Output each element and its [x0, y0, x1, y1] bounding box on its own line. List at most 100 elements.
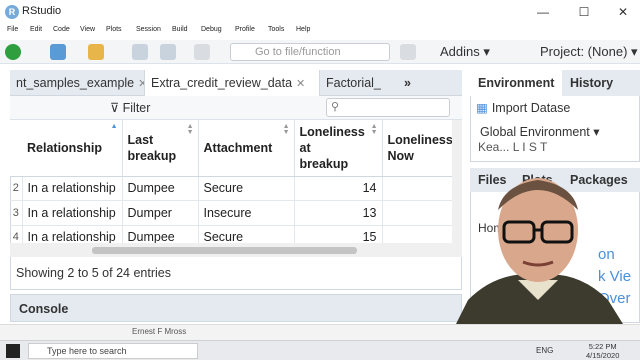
menu-help[interactable]: Help: [296, 26, 310, 33]
sort-icon: ▲ ▼: [282, 123, 290, 136]
environment-tab-bar: Environment History: [470, 70, 640, 96]
tab-environment[interactable]: Environment: [470, 70, 563, 96]
tab-label: Extra_credit_review_data: [151, 76, 293, 90]
strip-item-label: Ernest F Mross: [132, 327, 187, 336]
scope-label: Global Environment: [480, 125, 590, 139]
data-search-input[interactable]: ⚲: [326, 98, 450, 117]
clock-time: 5:22 PM: [588, 342, 617, 351]
column-header-attachment[interactable]: ▲ ▼ Attachment: [198, 120, 295, 177]
row-number: 2: [10, 176, 23, 201]
cell-attachment: Secure: [198, 176, 295, 201]
row-number-header: [10, 120, 22, 177]
menu-edit[interactable]: Edit: [30, 26, 42, 33]
main-toolbar: Go to file/function Addins ▾ Project: (N…: [0, 40, 640, 64]
cell-relationship: In a relationship: [22, 176, 123, 201]
project-label: Project: (None): [540, 44, 628, 59]
menu-build[interactable]: Build: [172, 26, 188, 33]
entries-status: Showing 2 to 5 of 24 entries: [16, 266, 171, 280]
console-label: Console: [19, 302, 69, 316]
column-header-last-breakup[interactable]: ▲ ▼ Last breakup: [122, 120, 199, 177]
title-bar: R RStudio — ☐ ✕: [0, 0, 640, 24]
header-text: Last: [127, 132, 154, 147]
save-all-icon[interactable]: [160, 44, 176, 60]
input-language[interactable]: ENG: [536, 346, 553, 355]
minimize-button[interactable]: —: [528, 3, 558, 21]
table-header-row: ▲ Relationship ▲ ▼ Last breakup ▲ ▼ Attachment…: [10, 120, 458, 177]
horizontal-scroll-thumb[interactable]: [92, 247, 357, 254]
header-text: Now: [387, 148, 414, 163]
header-text: breakup: [299, 156, 349, 171]
tab-factorial[interactable]: Factorial_: [320, 70, 400, 96]
header-text: Loneliness: [387, 132, 453, 147]
tab-label: Factorial_: [326, 76, 381, 90]
row-number: 3: [10, 200, 23, 226]
open-file-icon[interactable]: [88, 44, 104, 60]
editor-tab-bar: nt_samples_example ✕ Extra_credit_review_…: [10, 70, 462, 96]
import-label: Import Datase: [491, 101, 571, 115]
tab-history[interactable]: History: [562, 70, 621, 96]
background-app-strip: Ernest F Mross: [0, 324, 640, 340]
windows-taskbar: Type here to search ENG 5:22 PM 4/15/202…: [0, 340, 640, 360]
close-tab-icon[interactable]: ✕: [296, 78, 305, 90]
header-text: Relationship: [27, 140, 103, 155]
import-dataset-button[interactable]: ▦ Import Datase: [476, 100, 570, 115]
column-header-relationship[interactable]: ▲ Relationship: [22, 120, 123, 177]
menu-tools[interactable]: Tools: [268, 26, 284, 33]
sort-icon: ▲ ▼: [186, 123, 194, 136]
console-pane-header[interactable]: Console: [10, 294, 462, 322]
cell-last-breakup: Dumpee: [122, 176, 199, 201]
table-row: 3 In a relationship Dumper Insecure 13: [10, 200, 459, 226]
global-environment-dropdown[interactable]: Global Environment ▾: [480, 124, 600, 139]
cell-loneliness-breakup: 14: [294, 176, 383, 201]
menu-debug[interactable]: Debug: [201, 26, 222, 33]
search-icon: ⚲: [331, 101, 340, 113]
close-button[interactable]: ✕: [608, 3, 638, 21]
header-text: Loneliness: [299, 124, 365, 139]
tab-extra-credit-review-data[interactable]: Extra_credit_review_data ✕: [144, 70, 320, 96]
header-text: breakup: [127, 148, 177, 163]
webcam-overlay: [438, 150, 640, 340]
taskbar-clock[interactable]: 5:22 PM 4/15/2020: [586, 342, 619, 360]
menu-file[interactable]: File: [7, 26, 18, 33]
header-text: at: [299, 140, 311, 155]
cell-loneliness-breakup: 13: [294, 200, 383, 226]
filter-button[interactable]: ⊽ Filter: [110, 100, 150, 115]
menu-view[interactable]: View: [80, 26, 95, 33]
filter-bar: ⊽ Filter ⚲: [10, 96, 462, 120]
grid-layout-icon[interactable]: [400, 44, 416, 60]
table-row: 2 In a relationship Dumpee Secure 14: [10, 176, 459, 201]
taskbar-search-input[interactable]: Type here to search: [28, 343, 198, 359]
import-icon: ▦: [476, 101, 488, 115]
addins-dropdown[interactable]: Addins ▾: [440, 44, 490, 60]
menu-profile[interactable]: Profile: [235, 26, 255, 33]
cell-attachment: Insecure: [198, 200, 295, 226]
maximize-button[interactable]: ☐: [569, 3, 599, 21]
header-text: Attachment: [203, 140, 273, 155]
menu-session[interactable]: Session: [136, 26, 161, 33]
menu-bar: File Edit Code View Plots Session Build …: [0, 24, 640, 40]
menu-plots[interactable]: Plots: [106, 26, 122, 33]
new-project-icon[interactable]: [50, 44, 66, 60]
addins-label: Addins: [440, 44, 480, 59]
presenter-video-icon: [448, 178, 633, 340]
menu-code[interactable]: Code: [53, 26, 70, 33]
save-icon[interactable]: [132, 44, 148, 60]
column-header-loneliness-breakup[interactable]: ▲ ▼ Loneliness at breakup: [294, 120, 383, 177]
cell-last-breakup: Dumper: [122, 200, 199, 226]
new-file-icon[interactable]: [5, 44, 21, 60]
rstudio-logo-icon: R: [5, 5, 19, 19]
window-title: RStudio: [22, 5, 62, 17]
filter-label: Filter: [122, 101, 151, 115]
sort-asc-icon: ▲: [110, 123, 118, 130]
tab-overflow-chevron-icon[interactable]: »: [398, 70, 418, 96]
goto-file-input[interactable]: Go to file/function: [230, 43, 390, 61]
project-dropdown[interactable]: Project: (None) ▾: [540, 44, 638, 60]
start-windows-icon[interactable]: [6, 344, 20, 358]
tab-label: nt_samples_example: [16, 76, 135, 90]
data-table: ▲ Relationship ▲ ▼ Last breakup ▲ ▼ Attachment…: [10, 120, 459, 250]
sort-icon: ▲ ▼: [370, 123, 378, 136]
clock-date: 4/15/2020: [586, 351, 620, 360]
cell-relationship: In a relationship: [22, 200, 123, 226]
tab-samples-example[interactable]: nt_samples_example ✕: [10, 70, 147, 96]
print-icon[interactable]: [194, 44, 210, 60]
